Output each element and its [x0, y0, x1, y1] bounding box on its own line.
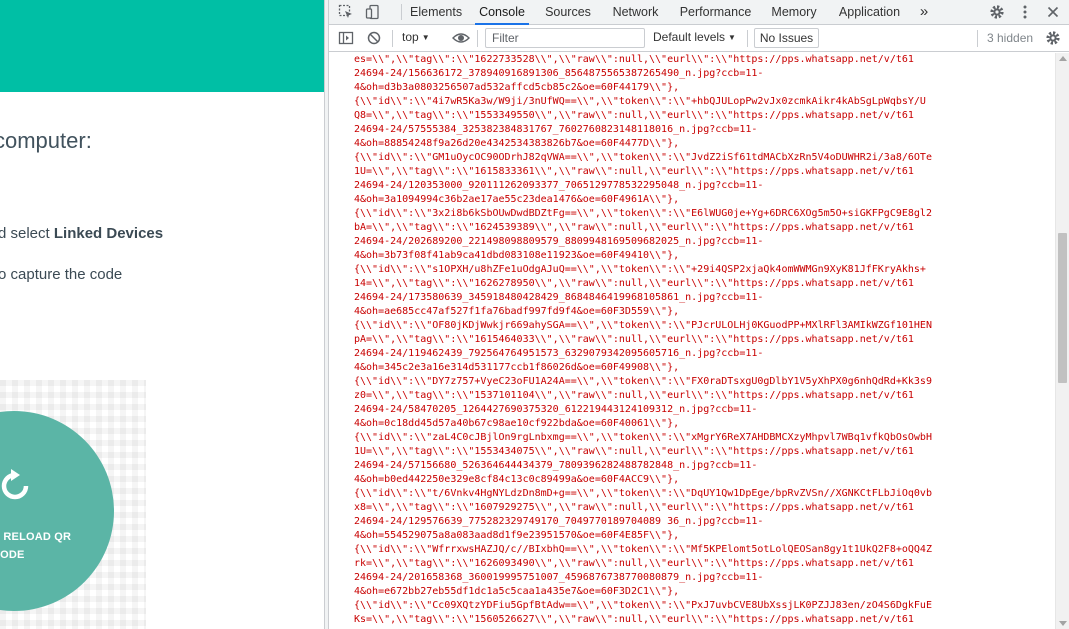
- tab-application[interactable]: Application: [837, 0, 902, 25]
- console-log-line: es=\\",\\"tag\\":\\"1622733528\\",\\"raw…: [354, 54, 914, 65]
- console-log-line: {\\"id\\":\\"OF80jKDjWwkjr669ahySGA==\\"…: [354, 320, 932, 331]
- console-log-line: x8=\\",\\"tag\\":\\"1607929275\\",\\"raw…: [354, 502, 914, 513]
- tab-console[interactable]: Console: [475, 0, 529, 25]
- tab-elements[interactable]: Elements: [410, 0, 462, 25]
- console-log-line: {\\"id\\":\\"Cc09XQtzYDFiu5GpfBtAdw==\\"…: [354, 600, 932, 611]
- inspect-element-icon[interactable]: [338, 4, 354, 20]
- scroll-down-arrow-icon[interactable]: [1059, 621, 1067, 626]
- console-output[interactable]: es=\\",\\"tag\\":\\"1622733528\\",\\"raw…: [329, 53, 1055, 629]
- console-log-line: 4&oh=b0ed442250e329e8cf84c13c0c89499a&oe…: [354, 474, 680, 485]
- close-icon[interactable]: [1045, 4, 1061, 20]
- console-log-line: {\\"id\\":\\"4i7wR5Ka3w/W9ji/3nUfWQ==\\"…: [354, 96, 926, 107]
- console-log-line: Q8=\\",\\"tag\\":\\"1553349550\\",\\"raw…: [354, 110, 914, 121]
- instructions-title: computer:: [0, 128, 92, 153]
- more-options-icon[interactable]: [1017, 4, 1033, 20]
- log-levels-label: Default levels: [653, 30, 726, 44]
- devtools-panel: Elements Console Sources Network Perform…: [329, 0, 1069, 629]
- console-log-line: pA=\\",\\"tag\\":\\"1615464033\\",\\"raw…: [354, 334, 914, 345]
- context-label: top: [402, 30, 419, 44]
- console-log-line: 24694-24/201658368_360019995751007_45968…: [354, 572, 764, 583]
- console-log-line: rk=\\",\\"tag\\":\\"1626093490\\",\\"raw…: [354, 558, 914, 569]
- toolbar-separator: [392, 30, 393, 47]
- console-log-line: z0=\\",\\"tag\\":\\"1537101104\\",\\"raw…: [354, 390, 914, 401]
- device-toolbar-icon[interactable]: [365, 4, 381, 20]
- console-log-line: 24694-24/173580639_345918480428429_86848…: [354, 292, 764, 303]
- console-log-line: 24694-24/202689200_221498098809579_88099…: [354, 236, 764, 247]
- instruction-step-linked-devices: d select Linked Devices: [0, 225, 163, 242]
- console-log-line: Ks=\\",\\"tag\\":\\"1560526627\\",\\"raw…: [354, 614, 914, 625]
- console-log-line: 4&oh=0c18dd45d57a40b67c98ae10cf922bda&oe…: [354, 418, 680, 429]
- console-log-line: 4&oh=3a1094994c36b2ae17ae55c23dea1476&oe…: [354, 194, 680, 205]
- console-log-line: 4&oh=e672bb27eb55df1dc1a5c5caa1a435e7&oe…: [354, 586, 680, 597]
- show-sidebar-icon[interactable]: [338, 30, 354, 46]
- console-log-line: 4&oh=554529075a8a083aad8d1f9e23951570&oe…: [354, 530, 680, 541]
- reload-icon: [0, 466, 32, 506]
- step-text: d select: [0, 225, 54, 242]
- toolbar-separator: [977, 30, 978, 47]
- console-log-line: 24694-24/57156680_526364644434379_780939…: [354, 460, 758, 471]
- tab-performance[interactable]: Performance: [679, 0, 752, 25]
- console-log-line: 4&oh=3b73f08f41ab9ca41dbd083108e11923&oe…: [354, 250, 680, 261]
- tab-memory[interactable]: Memory: [770, 0, 818, 25]
- console-log-line: {\\"id\\":\\"zaL4C0cJBjlOn9rgLnbxmg==\\"…: [354, 432, 932, 443]
- console-log-line: 1U=\\",\\"tag\\":\\"1615833361\\",\\"raw…: [354, 166, 914, 177]
- console-log-line: 24694-24/57555384_325382384831767_760276…: [354, 124, 758, 135]
- console-log-line: 24694-24/58470205_1264427690375320_61221…: [354, 404, 758, 415]
- hidden-messages-count: 3 hidden: [987, 31, 1034, 45]
- header-band: [0, 0, 324, 92]
- scrollbar-thumb[interactable]: [1058, 233, 1067, 383]
- console-log-line: {\\"id\\":\\"s1OPXH/u8hZFe1uOdgAJuQ==\\"…: [354, 264, 926, 275]
- context-selector[interactable]: top ▼: [402, 30, 430, 44]
- chevron-down-icon: ▼: [421, 33, 430, 42]
- filter-input[interactable]: Filter: [485, 28, 645, 48]
- console-log-message: es=\\",\\"tag\\":\\"1622733528\\",\\"raw…: [354, 53, 1054, 627]
- console-log-line: 1U=\\",\\"tag\\":\\"1553434075\\",\\"raw…: [354, 446, 914, 457]
- whatsapp-web-page: computer: d select Linked Devices o capt…: [0, 0, 324, 629]
- clear-console-icon[interactable]: [366, 30, 382, 46]
- more-tabs-button[interactable]: »: [916, 0, 932, 25]
- reload-label-line2: CODE: [0, 549, 25, 561]
- console-log-line: 4&oh=ae685cc47af527f1fa76badf997fd9f4&oe…: [354, 306, 680, 317]
- chevron-down-icon: ▼: [728, 33, 736, 42]
- console-log-line: bA=\\",\\"tag\\":\\"1624539389\\",\\"raw…: [354, 222, 914, 233]
- tab-sources[interactable]: Sources: [545, 0, 591, 25]
- console-scrollbar[interactable]: [1055, 53, 1069, 629]
- console-log-line: {\\"id\\":\\"GM1uOycOC90ODrhJ82qVWA==\\"…: [354, 152, 932, 163]
- console-log-line: 4&oh=88854248f9a26d20e4342534383826b7&oe…: [354, 138, 680, 149]
- console-log-line: 24694-24/120353000_920111262093377_70651…: [354, 180, 764, 191]
- tab-separator: [401, 4, 402, 20]
- tab-network[interactable]: Network: [611, 0, 660, 25]
- console-log-line: 24694-24/156636172_378940916891306_85648…: [354, 68, 764, 79]
- reload-qr-label: D RELOAD QR CODE: [0, 528, 102, 564]
- linked-devices-text: Linked Devices: [53, 225, 164, 242]
- settings-gear-icon[interactable]: [989, 4, 1005, 20]
- scroll-up-arrow-icon[interactable]: [1059, 56, 1067, 61]
- console-log-line: 4&oh=d3b3a0803256507ad532affcd5cb85c2&oe…: [354, 82, 680, 93]
- console-settings-gear-icon[interactable]: [1045, 30, 1061, 46]
- issues-button[interactable]: No Issues: [754, 28, 819, 48]
- console-log-line: 24694-24/119462439_792564764951573_63290…: [354, 348, 764, 359]
- toolbar-separator: [477, 30, 478, 47]
- devtools-tab-bar: Elements Console Sources Network Perform…: [329, 0, 1069, 25]
- screen: computer: d select Linked Devices o capt…: [0, 0, 1069, 629]
- instruction-step-capture: o capture the code: [0, 266, 123, 283]
- live-expression-eye-icon[interactable]: [452, 30, 470, 46]
- console-log-line: {\\"id\\":\\"t/6Vnkv4HgNYLdzDn8mD+g==\\"…: [354, 488, 932, 499]
- log-levels-dropdown[interactable]: Default levels ▼: [653, 30, 736, 44]
- console-log-line: {\\"id\\":\\"WfrrxwsHAZJQ/c//BIxbhQ==\\"…: [354, 544, 932, 555]
- console-log-line: 24694-24/129576639_775282329749170_70497…: [354, 516, 764, 527]
- console-toolbar: top ▼ Filter Default levels ▼ No Issues 3 …: [329, 25, 1069, 52]
- reload-label-line1: D RELOAD QR: [0, 531, 72, 543]
- console-log-line: 14=\\",\\"tag\\":\\"1626278950\\",\\"raw…: [354, 278, 914, 289]
- toolbar-separator: [747, 30, 748, 47]
- console-log-line: 4&oh=345c2e3a16e314d531177ccb1f86026d&oe…: [354, 362, 680, 373]
- console-log-line: {\\"id\\":\\"3x2i8b6kSbOUwDwdBDZtFg==\\"…: [354, 208, 932, 219]
- console-log-line: {\\"id\\":\\"DY7z757+VyeC23oFU1A24A==\\"…: [354, 376, 932, 387]
